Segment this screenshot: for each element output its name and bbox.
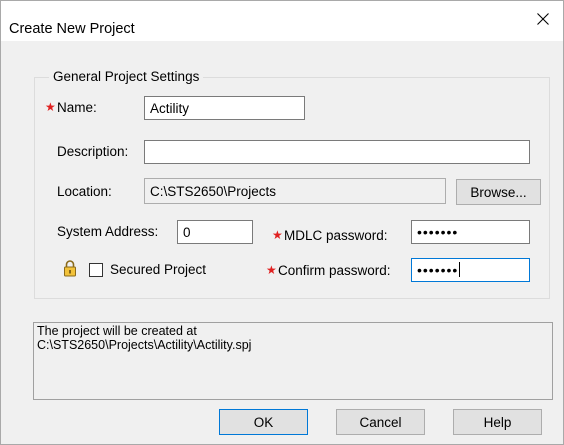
info-line-2: C:\STS2650\Projects\Actility\Actility.sp…	[37, 338, 252, 352]
confirm-password-value: •••••••	[417, 262, 459, 278]
close-button[interactable]	[523, 1, 563, 37]
mdlc-password-label: MDLC password:	[284, 228, 388, 243]
create-project-dialog: Create New Project General Project Setti…	[0, 0, 564, 445]
project-path-info: The project will be created at C:\STS265…	[33, 322, 553, 400]
cancel-button[interactable]: Cancel	[336, 409, 425, 435]
info-line-1: The project will be created at	[37, 324, 197, 338]
name-label: Name:	[57, 100, 97, 115]
description-field[interactable]	[144, 140, 530, 164]
required-star-name: ★	[45, 100, 56, 114]
location-label: Location:	[57, 184, 112, 199]
mdlc-password-field[interactable]: •••••••	[411, 220, 530, 244]
lock-icon	[64, 260, 76, 277]
text-caret	[459, 262, 461, 277]
required-star-mdlc: ★	[272, 228, 283, 242]
confirm-password-label: Confirm password:	[278, 263, 391, 278]
secured-project-label: Secured Project	[110, 262, 207, 277]
secured-project-checkbox[interactable]	[89, 263, 103, 277]
dialog-title: Create New Project	[9, 21, 135, 37]
confirm-password-field[interactable]: •••••••	[411, 258, 530, 282]
title-bar: Create New Project	[1, 1, 563, 41]
help-button[interactable]: Help	[453, 409, 542, 435]
location-field[interactable]	[144, 178, 446, 204]
required-star-confirm: ★	[266, 263, 277, 277]
ok-button[interactable]: OK	[219, 409, 308, 435]
browse-button[interactable]: Browse...	[456, 179, 541, 205]
name-field[interactable]	[144, 96, 305, 120]
system-address-label: System Address:	[57, 224, 159, 239]
system-address-field[interactable]	[177, 220, 253, 244]
close-icon	[537, 13, 549, 25]
description-label: Description:	[57, 144, 129, 159]
group-legend: General Project Settings	[49, 69, 204, 84]
